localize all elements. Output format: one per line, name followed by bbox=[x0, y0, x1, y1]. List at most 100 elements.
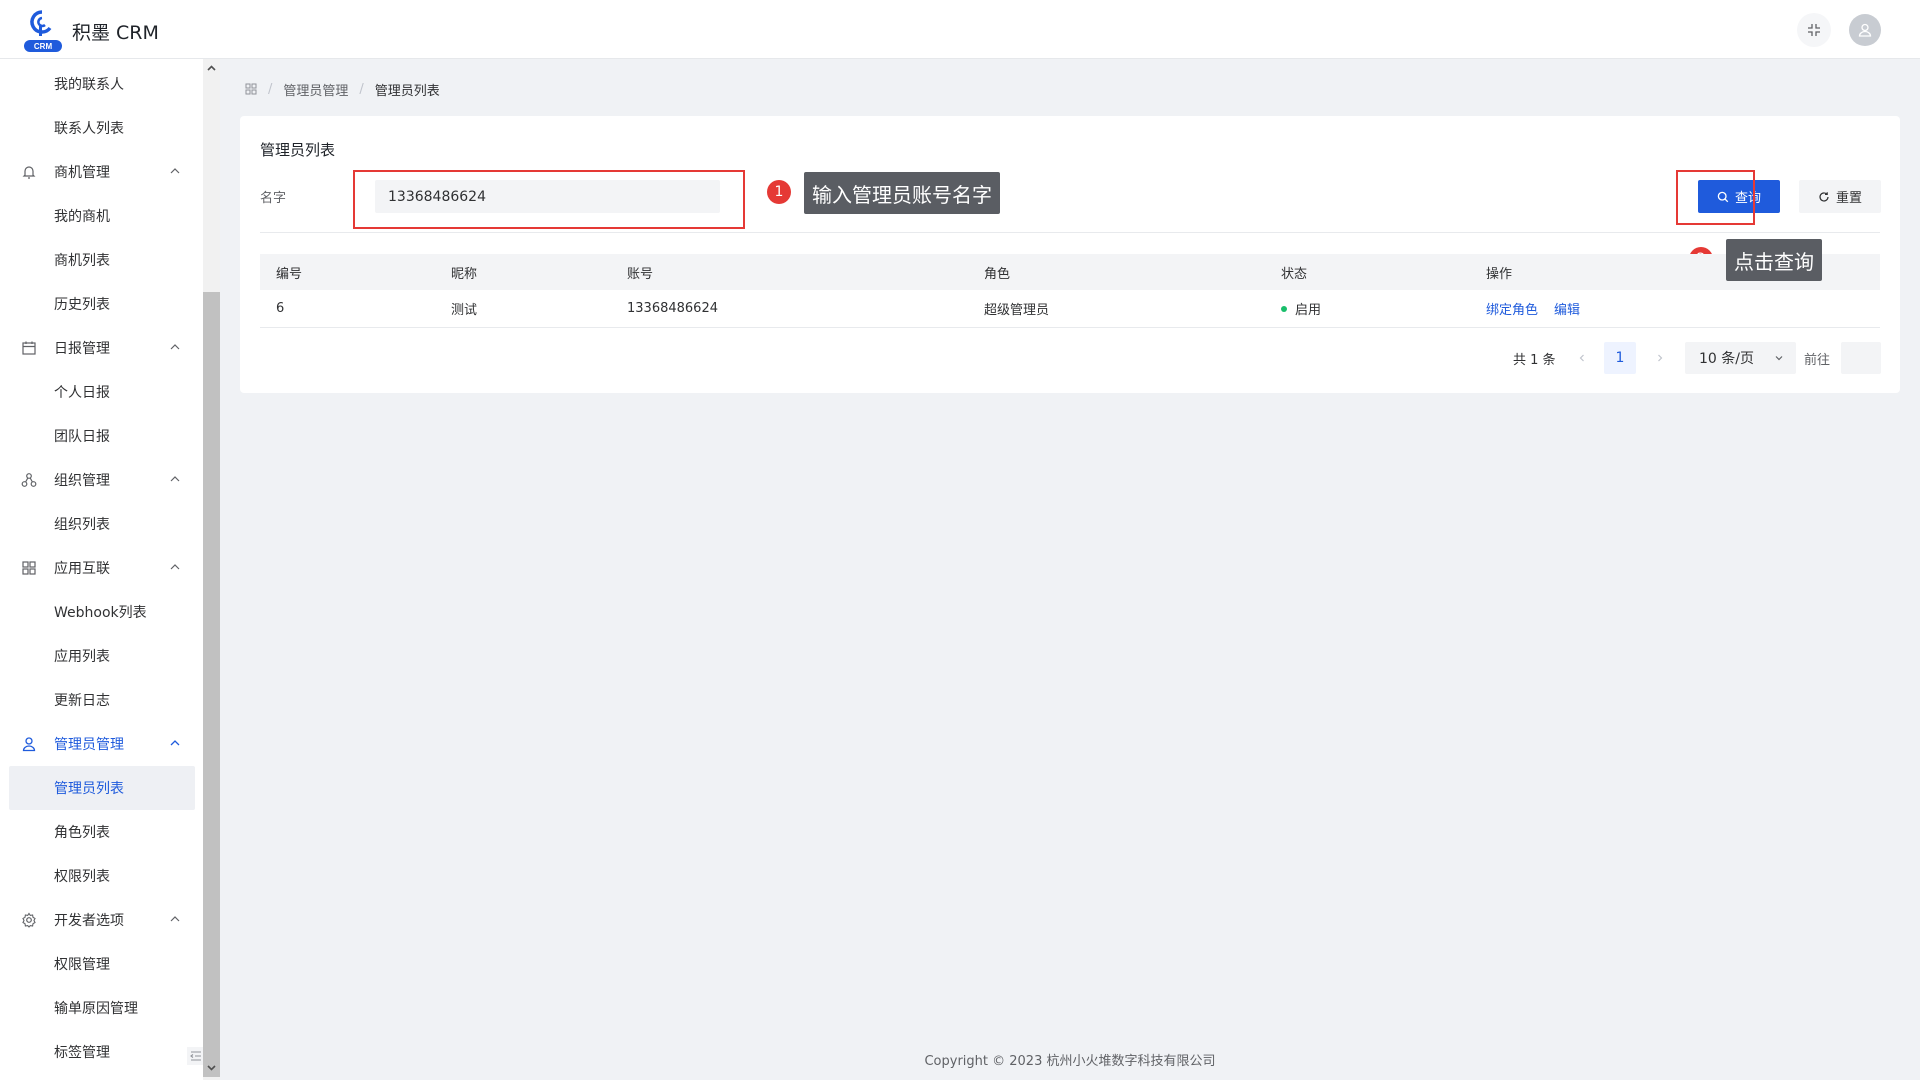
logo-text: CRM bbox=[34, 42, 53, 51]
sidebar-item-tag-management[interactable]: 标签管理 bbox=[0, 1030, 203, 1074]
sidebar-item-my-opportunities[interactable]: 我的商机 bbox=[0, 194, 203, 238]
breadcrumb-separator: / bbox=[268, 81, 273, 97]
cell-status: 启用 bbox=[1281, 290, 1321, 327]
fullscreen-button[interactable] bbox=[1797, 13, 1831, 47]
footer-copyright: Copyright © 2023 杭州小火堆数字科技有限公司 bbox=[924, 1054, 1216, 1069]
sidebar-item-label: 联系人列表 bbox=[54, 121, 124, 137]
sidebar-item-permission-list[interactable]: 权限列表 bbox=[0, 854, 203, 898]
page-size-value: 10 条/页 bbox=[1699, 351, 1754, 367]
chevron-up-icon bbox=[170, 916, 180, 922]
reset-button[interactable]: 重置 bbox=[1799, 180, 1881, 213]
sidebar-item-role-list[interactable]: 角色列表 bbox=[0, 810, 203, 854]
sidebar-item-label: 角色列表 bbox=[54, 825, 110, 841]
sidebar-item-org-list[interactable]: 组织列表 bbox=[0, 502, 203, 546]
cell-nickname: 测试 bbox=[451, 303, 478, 318]
sidebar-item-label: 我的商机 bbox=[54, 209, 110, 225]
app-logo: CRM bbox=[18, 6, 66, 52]
breadcrumb-current: 管理员列表 bbox=[374, 83, 440, 99]
breadcrumb-separator: / bbox=[359, 81, 364, 97]
bell-icon bbox=[22, 166, 36, 179]
sidebar-group-daily-reports[interactable]: 日报管理 bbox=[0, 326, 203, 370]
sidebar-group-label: 开发者选项 bbox=[54, 913, 124, 929]
calendar-icon bbox=[22, 341, 36, 355]
collapse-sidebar-icon[interactable] bbox=[187, 1047, 203, 1065]
sidebar-group-label: 管理员管理 bbox=[54, 737, 124, 753]
scrollbar-thumb[interactable] bbox=[203, 292, 220, 1077]
gear-icon bbox=[22, 912, 36, 928]
sidebar-group-label: 日报管理 bbox=[54, 341, 110, 357]
organization-icon bbox=[21, 473, 37, 487]
app-name: 积墨 CRM bbox=[72, 22, 159, 44]
sidebar-item-label: 权限列表 bbox=[54, 869, 110, 885]
column-header: 账号 bbox=[627, 266, 654, 282]
cell-actions: 绑定角色 编辑 bbox=[1486, 290, 1596, 327]
cell-id: 6 bbox=[276, 301, 285, 316]
chevron-up-icon bbox=[170, 476, 180, 482]
scroll-down-arrow-icon[interactable] bbox=[206, 1062, 217, 1073]
annotation-highlight-query bbox=[1676, 170, 1755, 225]
sidebar-group-app-integration[interactable]: 应用互联 bbox=[0, 546, 203, 590]
apps-grid-icon bbox=[22, 561, 36, 575]
table-row: 6 测试 13368486624 超级管理员 启用 绑定角色 编辑 bbox=[260, 290, 1880, 328]
sidebar-group-label: 商机管理 bbox=[54, 165, 110, 181]
page-number-current[interactable]: 1 bbox=[1604, 342, 1636, 374]
sidebar-item-app-list[interactable]: 应用列表 bbox=[0, 634, 203, 678]
page-size-select[interactable]: 10 条/页 bbox=[1685, 342, 1796, 374]
sidebar-item-label: 历史列表 bbox=[54, 297, 110, 313]
jump-page-input[interactable] bbox=[1841, 342, 1881, 374]
sidebar-item-label: 权限管理 bbox=[54, 957, 110, 973]
sidebar-item-webhook-list[interactable]: Webhook列表 bbox=[0, 590, 203, 634]
sidebar-item-label: 输单原因管理 bbox=[54, 1001, 138, 1017]
status-text: 启用 bbox=[1295, 303, 1322, 318]
top-header: CRM 积墨 CRM bbox=[0, 0, 1920, 59]
sidebar-item-label: 应用列表 bbox=[54, 649, 110, 665]
home-grid-icon[interactable] bbox=[245, 83, 257, 95]
fullscreen-icon bbox=[1808, 24, 1820, 36]
chevron-up-icon bbox=[170, 344, 180, 350]
sidebar-scrollbar[interactable] bbox=[203, 59, 220, 1080]
sidebar-item-opportunity-list[interactable]: 商机列表 bbox=[0, 238, 203, 282]
sidebar-item-permission-management[interactable]: 权限管理 bbox=[0, 942, 203, 986]
column-header: 昵称 bbox=[451, 266, 478, 282]
sidebar-item-team-report[interactable]: 团队日报 bbox=[0, 414, 203, 458]
user-avatar[interactable] bbox=[1849, 14, 1881, 46]
sidebar-item-label: 更新日志 bbox=[54, 693, 110, 709]
filter-divider bbox=[260, 232, 1880, 233]
annotation-badge-1: 1 bbox=[767, 180, 791, 204]
sidebar-item-label: 标签管理 bbox=[54, 1045, 110, 1061]
edit-link[interactable]: 编辑 bbox=[1554, 299, 1580, 318]
column-header: 角色 bbox=[984, 266, 1011, 282]
sidebar-group-label: 组织管理 bbox=[54, 473, 110, 489]
sidebar-item-label: 商机列表 bbox=[54, 253, 110, 269]
bind-role-link[interactable]: 绑定角色 bbox=[1486, 299, 1538, 318]
sidebar-group-admin-management[interactable]: 管理员管理 bbox=[0, 722, 203, 766]
sidebar-group-opportunities[interactable]: 商机管理 bbox=[0, 150, 203, 194]
sidebar-item-label: Webhook列表 bbox=[54, 605, 147, 621]
breadcrumb: / 管理员管理 / 管理员列表 bbox=[245, 79, 440, 99]
sidebar-item-personal-report[interactable]: 个人日报 bbox=[0, 370, 203, 414]
jump-label: 前往 bbox=[1804, 352, 1831, 368]
user-icon bbox=[22, 737, 36, 752]
sidebar-menu: 我的联系人 联系人列表 商机管理 我的商机 商机列表 历史列表 日报管理 个人日… bbox=[0, 59, 203, 1080]
breadcrumb-item[interactable]: 管理员管理 bbox=[283, 80, 348, 99]
sidebar-item-changelog[interactable]: 更新日志 bbox=[0, 678, 203, 722]
sidebar-item-label: 团队日报 bbox=[54, 429, 110, 445]
next-page-icon[interactable] bbox=[1654, 352, 1666, 364]
sidebar-item-contact-list[interactable]: 联系人列表 bbox=[0, 106, 203, 150]
refresh-icon bbox=[1819, 191, 1829, 202]
prev-page-icon[interactable] bbox=[1576, 352, 1588, 364]
sidebar-group-developer-options[interactable]: 开发者选项 bbox=[0, 898, 203, 942]
sidebar-item-admin-list[interactable]: 管理员列表 bbox=[9, 766, 195, 810]
cell-account: 13368486624 bbox=[627, 301, 718, 316]
name-filter-label: 名字 bbox=[260, 191, 287, 206]
chevron-up-icon bbox=[170, 168, 180, 174]
sidebar-item-loss-reason-management[interactable]: 输单原因管理 bbox=[0, 986, 203, 1030]
sidebar-item-my-contacts[interactable]: 我的联系人 bbox=[0, 62, 203, 106]
sidebar-group-organization[interactable]: 组织管理 bbox=[0, 458, 203, 502]
annotation-highlight-input bbox=[353, 170, 745, 229]
page-title: 管理员列表 bbox=[260, 141, 336, 159]
sidebar-item-history-list[interactable]: 历史列表 bbox=[0, 282, 203, 326]
pagination-total: 共 1 条 bbox=[1513, 352, 1556, 368]
scroll-up-arrow-icon[interactable] bbox=[206, 63, 217, 74]
chevron-up-icon bbox=[170, 740, 180, 746]
